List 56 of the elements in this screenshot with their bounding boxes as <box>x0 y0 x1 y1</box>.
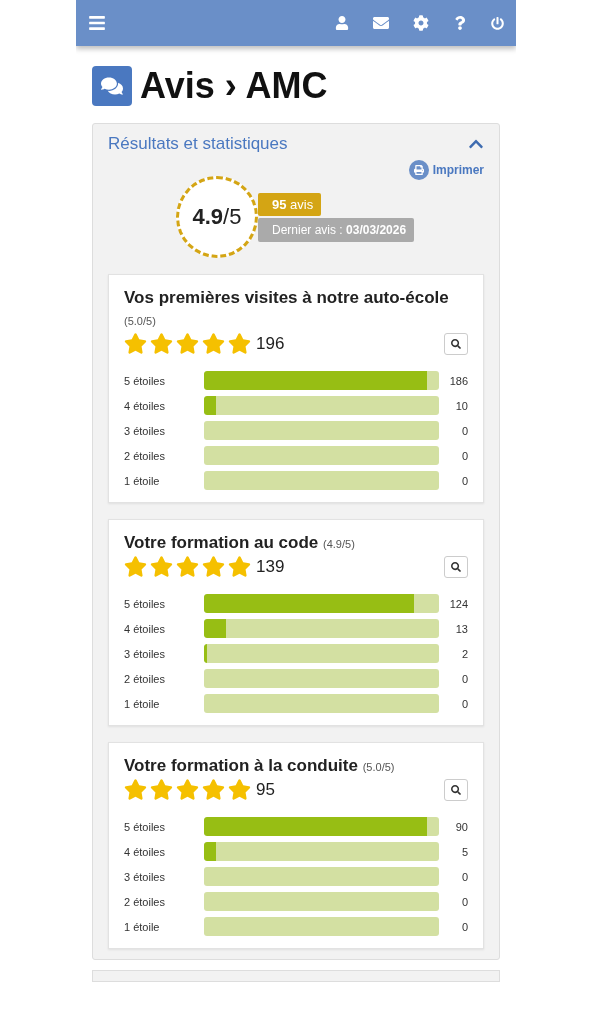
score-circle: 4.9/5 <box>176 176 258 258</box>
review-count: 90 <box>454 820 468 833</box>
review-count: 0 <box>460 672 468 685</box>
star-rating: 196 <box>124 332 285 355</box>
star-level-label: 4 étoiles <box>124 622 166 635</box>
review-count: 0 <box>460 424 468 437</box>
panel-title: Résultats et statistiques <box>108 134 288 154</box>
star-level-label: 1 étoile <box>124 474 161 487</box>
card-title: Vos premières visites à notre auto-école (5.0/5) <box>124 287 450 329</box>
review-count: 2 <box>460 647 468 660</box>
review-count: 5 <box>460 845 468 858</box>
star-level-label: 3 étoiles <box>124 870 166 883</box>
star-rating: 95 <box>124 778 275 801</box>
star-level-label: 5 étoiles <box>124 374 166 387</box>
print-button[interactable]: Imprimer <box>408 160 484 180</box>
review-count-label: 95 avis <box>258 192 322 216</box>
star-level-label: 5 étoiles <box>124 597 166 610</box>
review-count: 186 <box>448 374 468 387</box>
star-level-label: 2 étoiles <box>124 895 166 908</box>
star-level-label: 3 étoiles <box>124 647 166 660</box>
star-rating: 139 <box>124 555 285 578</box>
search-icon <box>451 561 461 572</box>
user-icon[interactable] <box>335 16 349 30</box>
star-level-label: 1 étoile <box>124 697 161 710</box>
star-level-label: 2 étoiles <box>124 449 166 462</box>
mail-icon[interactable] <box>373 15 389 31</box>
review-count: 13 <box>454 622 468 635</box>
last-review-label: Dernier avis : 03/03/2026 <box>258 217 415 242</box>
card-title: Votre formation à la conduite (5.0/5) <box>124 755 396 777</box>
star-level-label: 3 étoiles <box>124 424 166 437</box>
star-level-label: 1 étoile <box>124 920 161 933</box>
star-level-label: 4 étoiles <box>124 399 166 412</box>
settings-icon[interactable] <box>413 15 429 31</box>
review-count: 0 <box>460 920 468 933</box>
search-button[interactable] <box>444 555 468 578</box>
review-count: 0 <box>460 697 468 710</box>
review-count: 10 <box>454 399 468 412</box>
card-title: Votre formation au code (4.9/5) <box>124 532 356 554</box>
help-icon[interactable] <box>453 16 467 30</box>
review-count: 0 <box>460 895 468 908</box>
review-count: 0 <box>460 449 468 462</box>
page-title: Avis › AMC <box>140 65 328 107</box>
search-icon <box>451 338 461 349</box>
star-level-label: 4 étoiles <box>124 845 166 858</box>
printer-icon <box>408 160 429 180</box>
search-button[interactable] <box>444 778 468 801</box>
star-level-label: 2 étoiles <box>124 672 166 685</box>
review-count: 124 <box>448 597 468 610</box>
star-level-label: 5 étoiles <box>124 820 166 833</box>
speech-bubbles-icon <box>92 66 132 106</box>
review-count: 0 <box>460 870 468 883</box>
search-button[interactable] <box>444 332 468 355</box>
search-icon <box>451 784 461 795</box>
menu-button[interactable] <box>88 14 106 32</box>
review-count: 0 <box>460 474 468 487</box>
power-icon[interactable] <box>491 16 504 30</box>
